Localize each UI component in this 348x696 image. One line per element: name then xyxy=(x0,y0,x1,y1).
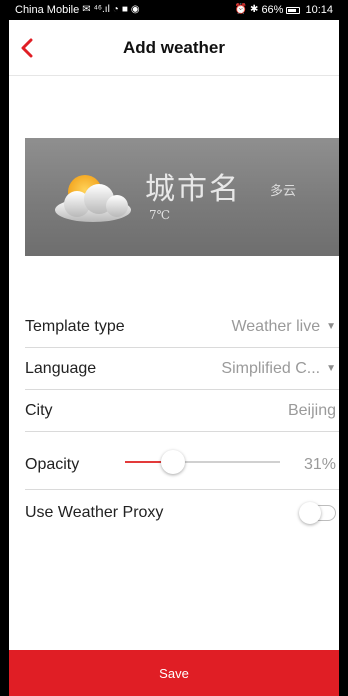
preview-temperature: 7℃ xyxy=(149,208,171,222)
language-dropdown[interactable]: Simplified C... ▼ xyxy=(221,360,339,378)
carrier-label: China Mobile xyxy=(15,4,80,16)
alarm-icon: ⏰ xyxy=(234,4,248,15)
template-type-value: Weather live xyxy=(231,317,321,335)
city-label: City xyxy=(25,401,53,419)
page-title: Add weather xyxy=(122,37,226,57)
opacity-label: Opacity xyxy=(25,455,80,473)
city-value[interactable]: Beijing xyxy=(288,402,339,420)
language-value: Simplified C... xyxy=(221,359,321,377)
partly-cloudy-icon xyxy=(55,175,131,222)
opacity-value: 31% xyxy=(303,455,336,473)
dropdown-arrow-icon: ▼ xyxy=(326,321,336,332)
location-icon: ◉ xyxy=(130,4,140,15)
dropdown-arrow-icon: ▼ xyxy=(326,363,336,374)
bluetooth-icon: ✱ xyxy=(250,4,259,15)
app-screen: China Mobile ✉ ⁴⁶.ıl ◔ ■ ◉ ⏰ ✱ 66% 10:14… xyxy=(9,0,339,696)
header-bar: Add weather xyxy=(9,20,339,76)
template-type-row[interactable]: Template type Weather live ▼ xyxy=(25,306,339,348)
weather-proxy-toggle[interactable] xyxy=(299,502,336,524)
preview-city-name: 城市名 xyxy=(145,172,241,207)
battery-percent: 66% xyxy=(261,4,284,16)
toggle-knob xyxy=(299,502,321,524)
language-label: Language xyxy=(25,359,97,377)
battery-icon xyxy=(286,6,301,14)
template-type-dropdown[interactable]: Weather live ▼ xyxy=(231,318,339,336)
app-notification-icon: ■ xyxy=(121,4,128,15)
opacity-slider[interactable] xyxy=(125,450,280,474)
status-bar: China Mobile ✉ ⁴⁶.ıl ◔ ■ ◉ ⏰ ✱ 66% 10:14 xyxy=(9,0,339,20)
weather-proxy-row: Use Weather Proxy xyxy=(25,490,339,536)
template-type-label: Template type xyxy=(25,317,125,335)
language-row[interactable]: Language Simplified C... ▼ xyxy=(25,348,339,390)
message-icon: ✉ xyxy=(82,4,91,15)
opacity-row: Opacity 31% xyxy=(25,440,339,490)
preview-condition: 多云 xyxy=(270,184,297,199)
back-button[interactable] xyxy=(15,36,39,60)
wifi-icon: ◔ xyxy=(112,4,119,15)
chevron-left-icon xyxy=(21,38,33,58)
weather-proxy-label: Use Weather Proxy xyxy=(25,504,164,521)
signal-icon: ⁴⁶.ıl xyxy=(93,4,110,15)
city-row[interactable]: City Beijing xyxy=(25,390,339,432)
weather-preview: 城市名 多云 7℃ xyxy=(25,138,339,256)
clock: 10:14 xyxy=(305,4,333,16)
save-button[interactable]: Save xyxy=(9,650,339,696)
opacity-slider-thumb[interactable] xyxy=(161,450,185,474)
